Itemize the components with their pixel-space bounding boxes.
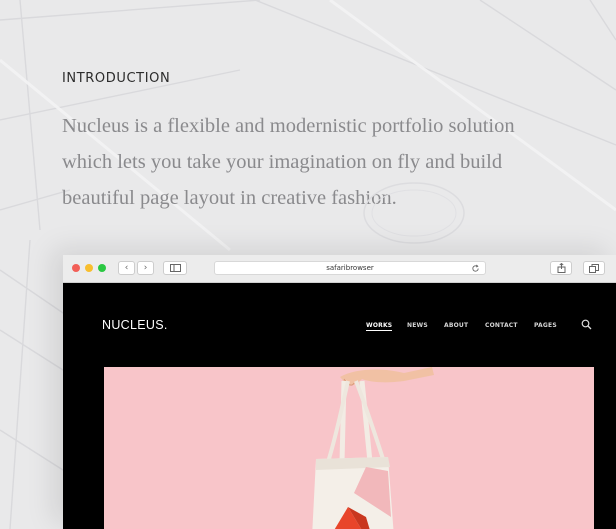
nav-pages[interactable]: PAGES [534, 322, 557, 329]
intro-line: beautiful page layout in creative fashio… [62, 187, 397, 209]
hero-image[interactable] [104, 367, 594, 529]
site-logo[interactable]: NUCLEUS. [102, 318, 168, 332]
nav-works[interactable]: WORKS [366, 322, 393, 331]
website-content: NUCLEUS. WORKS NEWS ABOUT CONTACT PAGES [63, 283, 616, 529]
browser-toolbar: ‹ › safaribrowser [63, 255, 616, 283]
nav-news[interactable]: NEWS [407, 322, 428, 329]
tabs-icon [589, 264, 599, 273]
address-text: safaribrowser [326, 264, 374, 272]
address-bar[interactable]: safaribrowser [214, 261, 486, 275]
forward-button[interactable]: › [137, 261, 154, 275]
tote-bag-illustration [312, 367, 434, 529]
search-icon[interactable] [581, 319, 592, 330]
maximize-window-button[interactable] [98, 264, 106, 272]
faint-stamp-decoration [363, 182, 465, 244]
minimize-window-button[interactable] [85, 264, 93, 272]
chevron-left-icon: ‹ [124, 263, 129, 273]
tabs-button[interactable] [583, 261, 605, 275]
reload-icon[interactable] [471, 264, 480, 273]
browser-window: ‹ › safaribrowser NUCLEUS. WORKS NEWS AB… [63, 255, 616, 529]
back-button[interactable]: ‹ [118, 261, 135, 275]
intro-line: which lets you take your imagination on … [62, 151, 503, 173]
share-icon [557, 262, 565, 273]
chevron-right-icon: › [143, 263, 148, 273]
intro-line: Nucleus is a flexible and modernistic po… [62, 115, 515, 137]
nav-contact[interactable]: CONTACT [485, 322, 518, 329]
intro-heading: INTRODUCTION [62, 71, 171, 86]
intro-description: Nucleus is a flexible and modernistic po… [62, 108, 562, 216]
close-window-button[interactable] [72, 264, 80, 272]
nav-about[interactable]: ABOUT [444, 322, 468, 329]
share-button[interactable] [550, 261, 572, 275]
sidebar-button[interactable] [163, 261, 187, 275]
sidebar-icon [169, 264, 181, 272]
